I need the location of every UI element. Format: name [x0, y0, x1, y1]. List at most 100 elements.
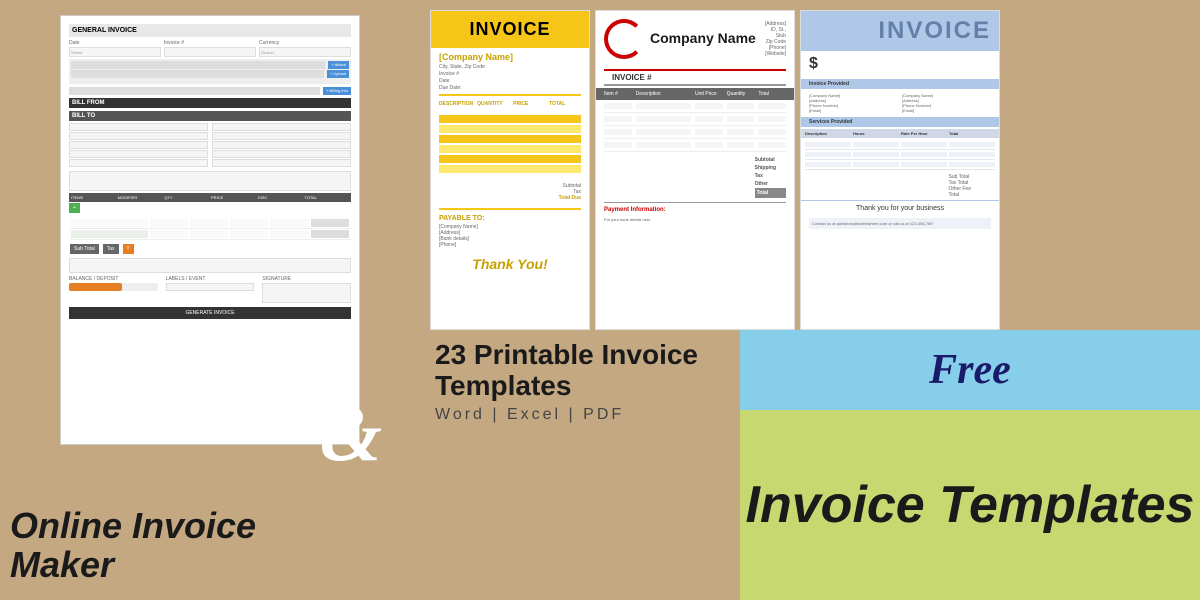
yellow-col-desc: DESCRIPTION	[439, 101, 473, 107]
td-2	[636, 103, 691, 109]
blue-bill-to-col: [Company Name][Address][Phone Number][Em…	[902, 93, 991, 113]
summary-other: Other	[755, 180, 786, 188]
blue-td-1	[805, 142, 851, 147]
blue-sub-labels: Sub Total Tax Total Other Fee Total	[948, 174, 971, 198]
company-invoice-num: INVOICE #	[604, 69, 786, 86]
stripe-2	[439, 125, 581, 133]
labels-section: LABELS / EVENT	[166, 276, 255, 303]
invoice-form-mockup: GENERAL INVOICE DateSelect Invoice # Cur…	[60, 15, 360, 445]
blue-invoice-title: INVOICE	[878, 17, 991, 45]
invoice-templates-banner: Invoice Templates	[740, 410, 1200, 600]
company-logo	[604, 19, 644, 59]
stripe-5	[439, 155, 581, 163]
blue-thankyou: Thank you for your business	[801, 200, 999, 216]
th-total: Total	[758, 91, 786, 97]
blue-td-12	[949, 162, 995, 167]
blue-td-11	[901, 162, 947, 167]
blue-td-7	[901, 152, 947, 157]
th-desc: Description	[636, 91, 691, 97]
total-button[interactable]: T	[123, 244, 134, 254]
td-14	[727, 129, 755, 135]
blue-dollar: $	[801, 51, 999, 77]
blue-td-10	[853, 162, 899, 167]
online-invoice-line1: Online Invoice	[10, 505, 256, 546]
right-section: INVOICE [Company Name] City, State, Zip …	[420, 0, 1200, 600]
blue-td-6	[853, 152, 899, 157]
col-qty: QTY	[164, 195, 209, 200]
company-summary: Subtotal Shipping Tax Other Total	[596, 152, 794, 202]
blue-th-rate: Rate Per Hour	[901, 131, 947, 136]
td-6	[604, 116, 632, 122]
blue-td-8	[949, 152, 995, 157]
blue-header: INVOICE	[801, 11, 999, 51]
add-item-button[interactable]: +	[69, 203, 80, 213]
yellow-invoice-title: INVOICE	[439, 19, 581, 40]
bottom-left-text: Online Invoice Maker	[10, 506, 256, 585]
yellow-stripes	[431, 109, 589, 179]
yellow-col-price: PRICE	[513, 101, 545, 107]
table-row	[69, 218, 351, 229]
col-discount: DISC	[258, 195, 303, 200]
company-name-text: Company Name	[650, 31, 756, 46]
free-text: Free	[929, 346, 1011, 394]
payment-info-label: Payment Information:	[596, 203, 794, 217]
td-18	[695, 142, 723, 148]
signature-label: SIGNATURE	[262, 276, 351, 282]
td-20	[758, 142, 786, 148]
yellow-col-total: TOTAL	[549, 101, 581, 107]
blue-th-total: Total	[949, 131, 995, 136]
yellow-small-text-3: Date	[431, 78, 589, 84]
total-due-row: Total Due	[439, 195, 581, 201]
templates-area: INVOICE [Company Name] City, State, Zip …	[420, 0, 1200, 340]
format-text: Word | Excel | PDF	[435, 406, 725, 424]
signature-section: SIGNATURE	[262, 276, 351, 303]
progress-bar-bg	[69, 283, 158, 291]
summary-tax: Tax	[755, 172, 786, 180]
col-items: ITEMS	[71, 195, 116, 200]
company-row-4	[604, 139, 786, 152]
blue-bill-from-col: [Company Name][Address][Phone Number][Em…	[809, 93, 898, 113]
balance-section: BALANCE / DEPOSIT	[69, 276, 158, 303]
td-16	[604, 142, 632, 148]
tax-button[interactable]: Tax	[103, 244, 119, 254]
online-invoice-title: Online Invoice Maker	[10, 506, 256, 585]
td-11	[604, 129, 632, 135]
blue-td-2	[853, 142, 899, 147]
form-table-header: ITEMS MODIFIER QTY PRICE DISC TOTAL	[69, 193, 351, 202]
yellow-divider	[439, 94, 581, 96]
td-8	[695, 116, 723, 122]
td-12	[636, 129, 691, 135]
company-row-3	[604, 126, 786, 139]
stripe-1	[439, 115, 581, 123]
yellow-subtotal: Subtotal Tax Total Due	[431, 179, 589, 205]
template-company: Company Name [Address]ID, St., StubZip C…	[595, 10, 795, 330]
blue-bill-two-col: [Company Name][Address][Phone Number][Em…	[801, 91, 999, 115]
labels-label: LABELS / EVENT	[166, 276, 255, 282]
yellow-company-label: [Company Name]	[431, 48, 589, 64]
company-details: [Address]ID, St., StubZip Code[Phone][We…	[762, 21, 786, 57]
stripe-3	[439, 135, 581, 143]
yellow-small-text-2: Invoice #	[431, 71, 589, 77]
summary-shipping: Shipping	[755, 164, 786, 172]
company-row-1	[604, 100, 786, 113]
blue-row-1	[805, 140, 995, 150]
bottom-right-left: 23 Printable Invoice Templates Word | Ex…	[420, 330, 740, 600]
bill-to-label: BILL TO	[69, 111, 351, 121]
form-header: GENERAL INVOICE	[69, 24, 351, 37]
blue-th-desc: Description	[805, 131, 851, 136]
yellow-thankyou: Thank You!	[431, 248, 589, 280]
template-yellow: INVOICE [Company Name] City, State, Zip …	[430, 10, 590, 330]
blue-header-cols	[809, 26, 811, 36]
payment-details: Put your bank details here	[596, 217, 794, 222]
yellow-payable: PAYABLE TO:	[431, 213, 589, 224]
yellow-small-text-4: Due Date:	[431, 85, 589, 91]
sub-total-button[interactable]: Sub Total	[70, 244, 99, 254]
blue-subtotals: Sub Total Tax Total Other Fee Total	[801, 172, 999, 200]
td-5	[758, 103, 786, 109]
th-qty: Quantity	[727, 91, 755, 97]
company-name-block: Company Name	[650, 31, 756, 46]
th-item: Item #	[604, 91, 632, 97]
blue-td-3	[901, 142, 947, 147]
main-container: GENERAL INVOICE DateSelect Invoice # Cur…	[0, 0, 1200, 600]
blue-table-cols: Description Hours Rate Per Hour Total	[801, 129, 999, 138]
